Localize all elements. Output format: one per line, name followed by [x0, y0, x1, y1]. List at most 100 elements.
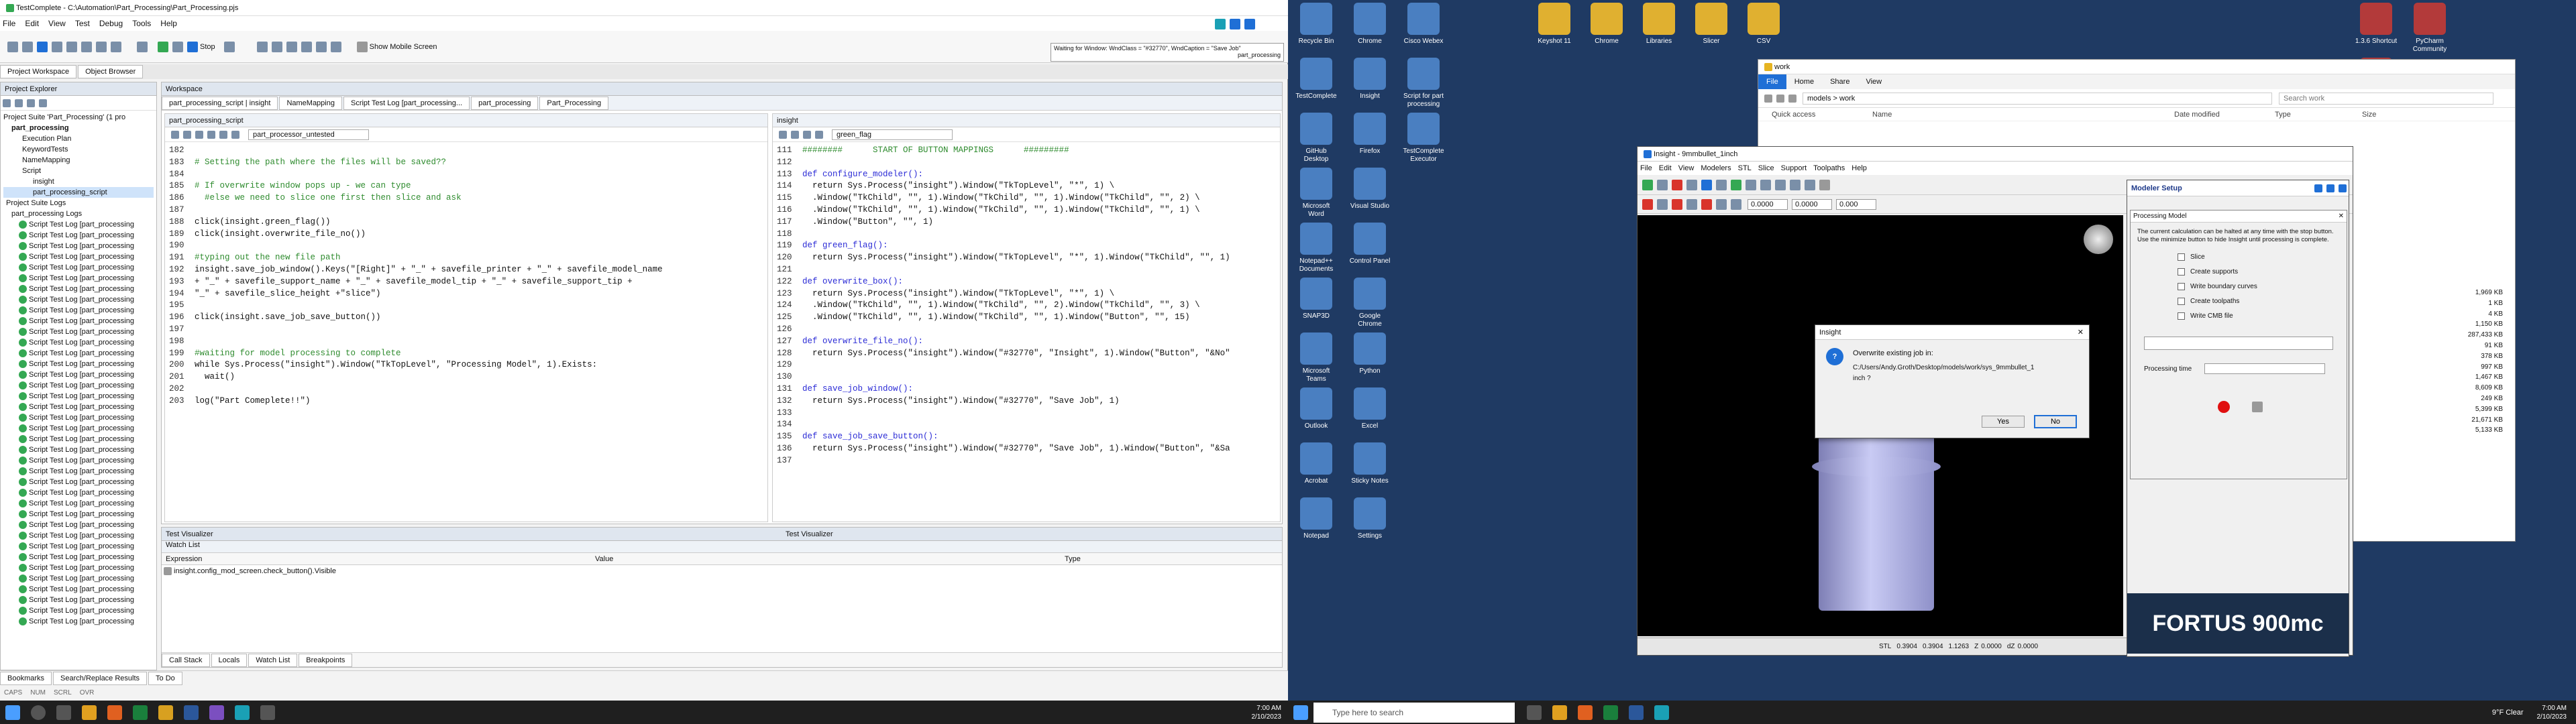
desktop-icon[interactable]: Insight: [1348, 58, 1391, 101]
checkbox-icon[interactable]: [2178, 282, 2185, 290]
log-entry[interactable]: Script Test Log [part_processing: [3, 616, 154, 627]
desktop-icon[interactable]: Acrobat: [1295, 442, 1338, 485]
menu-file[interactable]: File: [3, 19, 15, 28]
desktop-icon[interactable]: Microsoft Word: [1295, 168, 1338, 219]
ribbon-share[interactable]: Share: [1822, 74, 1858, 89]
log-entry[interactable]: Script Test Log [part_processing: [3, 530, 154, 541]
desktop-icon[interactable]: Python: [1348, 333, 1391, 375]
insight-menu-stl[interactable]: STL: [1738, 164, 1752, 172]
desktop-icon[interactable]: Settings: [1348, 497, 1391, 540]
log-entry[interactable]: Script Test Log [part_processing: [3, 348, 154, 359]
doc-tab-part-processing-suite[interactable]: Part_Processing: [539, 96, 609, 110]
watch-row[interactable]: insight.config_mod_screen.check_button()…: [162, 565, 1282, 577]
insight-task-icon[interactable]: [1654, 705, 1669, 720]
desktop-icon[interactable]: Recycle Bin: [1295, 3, 1338, 46]
doc-tab-script[interactable]: part_processing_script | insight: [162, 96, 278, 110]
ribbon-home[interactable]: Home: [1786, 74, 1823, 89]
log-entry[interactable]: Script Test Log [part_processing: [3, 262, 154, 273]
scale-icon[interactable]: [1657, 198, 1668, 210]
desktop-icon[interactable]: Chrome: [1585, 3, 1628, 46]
desktop-icon[interactable]: Slicer: [1690, 3, 1733, 46]
col-name[interactable]: Name: [1872, 111, 2174, 119]
tab-project-workspace[interactable]: Project Workspace: [0, 65, 77, 78]
insight-menu-help[interactable]: Help: [1851, 164, 1867, 172]
log-entry[interactable]: Script Test Log [part_processing: [3, 444, 154, 455]
field-1[interactable]: 0.0000: [1748, 198, 1788, 210]
cut-icon[interactable]: [52, 41, 62, 52]
log-entry[interactable]: Script Test Log [part_processing: [3, 402, 154, 412]
tree-execution-plan[interactable]: Execution Plan: [3, 133, 154, 144]
menu-debug[interactable]: Debug: [99, 19, 123, 28]
firefox-icon[interactable]: [107, 705, 122, 720]
desktop-icon[interactable]: Sticky Notes: [1348, 442, 1391, 485]
log-entry[interactable]: Script Test Log [part_processing: [3, 273, 154, 284]
properties-icon[interactable]: [39, 99, 47, 107]
desktop-icon[interactable]: Microsoft Teams: [1295, 333, 1338, 383]
desktop-icon[interactable]: Excel: [1348, 387, 1391, 430]
tab-search-replace[interactable]: Search/Replace Results: [53, 672, 148, 685]
word-icon-right[interactable]: [1629, 705, 1644, 720]
processing-option[interactable]: Write boundary curves: [2178, 279, 2347, 294]
log-entry[interactable]: Script Test Log [part_processing: [3, 509, 154, 520]
record-icon[interactable]: [137, 41, 148, 52]
search-icon[interactable]: [31, 705, 46, 720]
col-value[interactable]: Value: [591, 555, 1061, 563]
slice-icon[interactable]: [1672, 179, 1682, 190]
log-entry[interactable]: Script Test Log [part_processing: [3, 391, 154, 402]
forward-arrow-icon[interactable]: [1776, 94, 1784, 103]
desktop-icon[interactable]: Outlook: [1295, 387, 1338, 430]
right-code-editor[interactable]: insight green_flag 111 ######## START OF …: [772, 113, 1281, 522]
processing-option[interactable]: Create toolpaths: [2178, 294, 2347, 308]
undo-icon[interactable]: [96, 41, 107, 52]
task-view-icon[interactable]: [56, 705, 71, 720]
desktop-icon[interactable]: TestComplete: [1295, 58, 1338, 101]
playback-stop-icon[interactable]: [1244, 19, 1255, 29]
save-icon[interactable]: [37, 41, 48, 52]
log-entry[interactable]: Script Test Log [part_processing: [3, 230, 154, 241]
log-entry[interactable]: Script Test Log [part_processing: [3, 477, 154, 487]
start-icon-right[interactable]: [1293, 705, 1308, 720]
checkbox-icon[interactable]: [164, 567, 172, 575]
tab-object-browser[interactable]: Object Browser: [78, 65, 144, 78]
show-mobile-screen[interactable]: Show Mobile Screen: [370, 43, 437, 51]
checkbox-icon[interactable]: [2178, 253, 2185, 261]
insight-menu-edit[interactable]: Edit: [1659, 164, 1672, 172]
back-icon[interactable]: [219, 130, 227, 139]
excel-icon[interactable]: [133, 705, 148, 720]
log-entry[interactable]: Script Test Log [part_processing: [3, 498, 154, 509]
log-entry[interactable]: Script Test Log [part_processing: [3, 595, 154, 605]
checkbox-icon[interactable]: [2178, 312, 2185, 320]
pause-icon[interactable]: [172, 41, 183, 52]
desktop-icon[interactable]: Control Panel: [1348, 223, 1391, 265]
tab-locals[interactable]: Locals: [211, 653, 248, 667]
tree-script[interactable]: Script: [3, 166, 154, 176]
col-size[interactable]: Size: [2362, 111, 2376, 119]
quick-access[interactable]: Quick access: [1758, 111, 1872, 119]
processing-option[interactable]: Write CMB file: [2178, 308, 2347, 323]
desktop-icon[interactable]: Google Chrome: [1348, 278, 1391, 328]
align-icon[interactable]: [1642, 198, 1653, 210]
firefox-icon-right[interactable]: [1578, 705, 1593, 720]
print-icon[interactable]: [1819, 179, 1830, 190]
log-entry[interactable]: Script Test Log [part_processing: [3, 337, 154, 348]
desktop-icon[interactable]: Libraries: [1638, 3, 1680, 46]
tree-project-suite[interactable]: Project Suite 'Part_Processing' (1 pro: [3, 112, 154, 123]
desktop-icon[interactable]: CSV: [1742, 3, 1785, 46]
log-entry[interactable]: Script Test Log [part_processing: [3, 219, 154, 230]
open-icon[interactable]: [22, 41, 33, 52]
zoom-icon[interactable]: [315, 41, 327, 52]
log-entry[interactable]: Script Test Log [part_processing: [3, 466, 154, 477]
desktop-icon[interactable]: Script for part processing: [1402, 58, 1445, 109]
log-entry[interactable]: Script Test Log [part_processing: [3, 541, 154, 552]
doc-tab-part-processing[interactable]: part_processing: [471, 96, 539, 110]
task-view-icon-right[interactable]: [1527, 705, 1542, 720]
zoom-out-icon[interactable]: [1760, 179, 1771, 190]
support-icon[interactable]: [1686, 179, 1697, 190]
minimize-icon[interactable]: [2252, 402, 2263, 412]
log-entry[interactable]: Script Test Log [part_processing: [3, 294, 154, 305]
comment-icon[interactable]: [803, 130, 811, 139]
log-entry[interactable]: Script Test Log [part_processing: [3, 284, 154, 294]
chrome-icon[interactable]: [82, 705, 97, 720]
no-button[interactable]: No: [2034, 415, 2077, 428]
menu-help[interactable]: Help: [160, 19, 177, 28]
